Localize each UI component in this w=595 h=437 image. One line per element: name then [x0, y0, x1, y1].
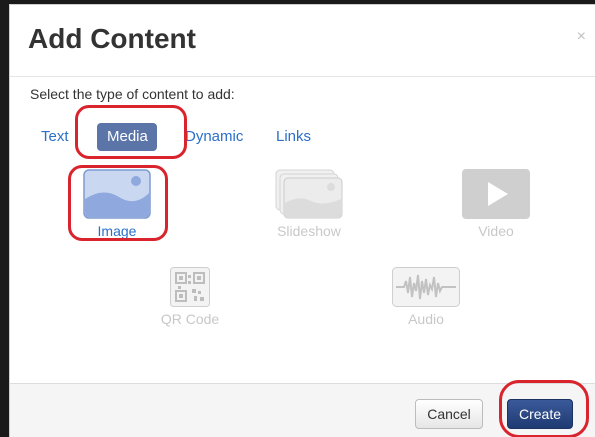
content-type-label: Video: [478, 223, 514, 239]
tab-links[interactable]: Links: [276, 123, 311, 151]
tab-text[interactable]: Text: [41, 123, 69, 151]
audio-waveform-icon: [392, 267, 460, 307]
content-type-image[interactable]: Image: [67, 169, 167, 239]
tab-dynamic[interactable]: Dynamic: [185, 123, 243, 151]
add-content-dialog: Add Content × Select the type of content…: [9, 4, 595, 437]
image-icon: [83, 169, 151, 219]
create-button[interactable]: Create: [507, 399, 573, 429]
content-type-label: Audio: [408, 311, 444, 327]
content-type-qr-code[interactable]: QR Code: [140, 267, 240, 327]
content-type-label: Image: [97, 223, 137, 239]
cancel-button[interactable]: Cancel: [415, 399, 483, 429]
video-play-icon: [462, 169, 530, 219]
tab-media[interactable]: Media: [97, 123, 157, 151]
dialog-header: Add Content ×: [10, 5, 595, 77]
content-type-slideshow[interactable]: Slideshow: [259, 169, 359, 239]
content-type-video[interactable]: Video: [446, 169, 546, 239]
qr-code-icon: [170, 267, 210, 307]
close-button[interactable]: ×: [577, 29, 586, 45]
content-type-label: Slideshow: [277, 223, 341, 239]
content-type-label: QR Code: [160, 311, 220, 327]
dialog-title: Add Content: [28, 23, 196, 54]
screenshot-stage: Add Content × Select the type of content…: [0, 0, 595, 437]
content-type-audio[interactable]: Audio: [376, 267, 476, 327]
select-type-prompt: Select the type of content to add:: [30, 86, 235, 102]
dialog-footer: Cancel Create: [10, 383, 595, 437]
slideshow-icon: [275, 169, 343, 219]
